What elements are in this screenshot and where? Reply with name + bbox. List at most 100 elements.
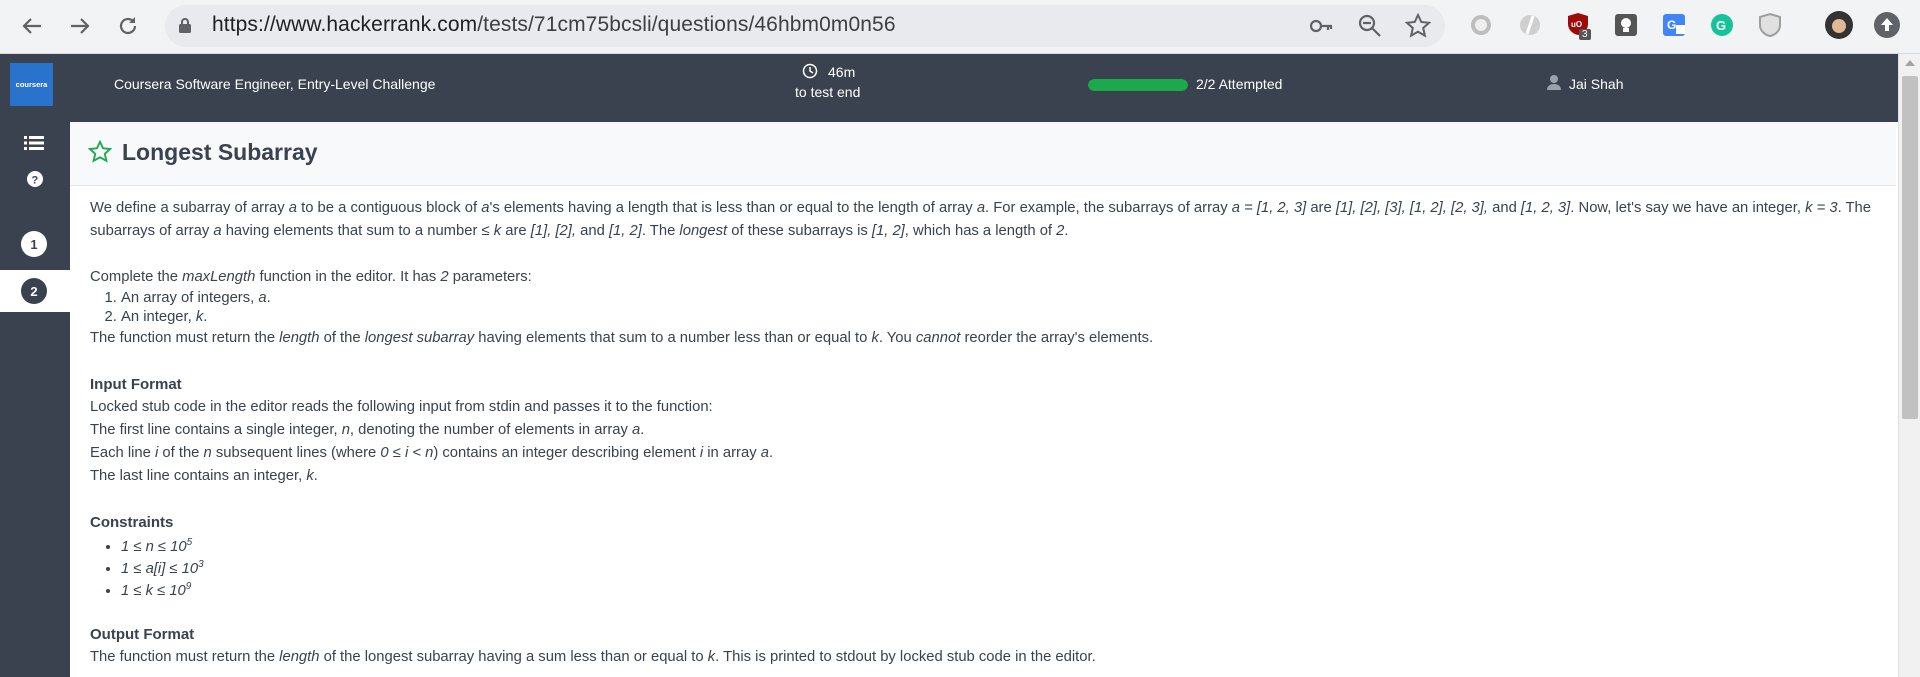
page-scrollbar[interactable] (1898, 54, 1920, 677)
key-icon[interactable] (1308, 13, 1334, 39)
back-button[interactable] (16, 10, 48, 42)
text: parameters: (448, 269, 532, 285)
test-title: Coursera Software Engineer, Entry-Level … (114, 76, 436, 92)
bookmark-star-icon[interactable] (1405, 13, 1431, 39)
text: to be a contiguous block of (297, 200, 482, 216)
text: We define a subarray of array (90, 200, 289, 216)
lightbulb-icon[interactable] (1613, 12, 1639, 38)
math: a (213, 223, 222, 239)
ublock-extension[interactable]: uO 3 (1566, 12, 1592, 40)
user-name[interactable]: Jai Shah (1569, 76, 1623, 92)
user-icon (1547, 75, 1561, 90)
math: ≤ k (481, 223, 502, 239)
translate-icon[interactable]: G (1661, 12, 1687, 38)
math: [1, 2, 3] (1520, 200, 1571, 216)
question-number: 1 (21, 231, 47, 257)
opera-icon[interactable] (1517, 12, 1543, 38)
emphasis: cannot (915, 330, 961, 346)
forward-button[interactable] (64, 10, 96, 42)
text: subsequent lines (where (211, 445, 381, 461)
text: . This is printed to stdout by locked st… (715, 648, 1096, 665)
text: . (1064, 223, 1069, 239)
text: having elements that sum to a number les… (474, 330, 872, 346)
text: . (313, 468, 318, 484)
emphasis: longest (679, 223, 728, 239)
scroll-thumb[interactable] (1902, 76, 1918, 419)
text: . (266, 290, 271, 306)
constraints-list: 1 ≤ n ≤ 105 1 ≤ a[i] ≤ 103 1 ≤ k ≤ 109 (90, 534, 1890, 600)
help-icon[interactable]: ? (27, 171, 43, 187)
math: a (481, 200, 490, 216)
math: k (871, 330, 879, 346)
text: Locked stub code in the editor reads the… (90, 399, 713, 415)
avatar-face (1832, 19, 1846, 33)
parameter-list: An array of integers, a. An integer, k. (90, 289, 1890, 327)
question-nav-1[interactable]: 1 (0, 223, 70, 265)
list-icon[interactable] (24, 135, 44, 151)
math: a (760, 445, 769, 461)
input-line: Each line i of the n subsequent lines (w… (90, 442, 1890, 465)
math: a (976, 200, 986, 216)
question-header: Longest Subarray (70, 122, 1896, 186)
text: ) contains an integer describing element (433, 445, 700, 461)
text: , denoting the number of elements in arr… (349, 422, 633, 438)
svg-text:?: ? (32, 175, 39, 187)
timer-value: 46m (828, 64, 856, 80)
return-description: The function must return the length of t… (90, 327, 1890, 350)
svg-text:G: G (1716, 18, 1726, 33)
problem-intro: We define a subarray of array a to be a … (90, 197, 1890, 243)
exponent: 9 (185, 580, 192, 592)
exponent: 3 (198, 558, 204, 570)
url-text[interactable]: https://www.hackerrank.com/tests/71cm75b… (212, 13, 896, 37)
exponent: 5 (186, 537, 193, 548)
question-nav-2[interactable]: 2 (0, 270, 70, 312)
question-panel: Longest Subarray We define a subarray of… (70, 122, 1896, 677)
text: The function must return the (90, 330, 280, 346)
text: of the (319, 330, 365, 346)
function-name: maxLength (182, 269, 256, 285)
test-header: coursera Coursera Software Engineer, Ent… (0, 54, 1898, 122)
scroll-up-arrow[interactable] (1905, 60, 1915, 66)
text: . (640, 422, 645, 438)
text: Each line (90, 445, 155, 461)
text: . The (641, 223, 680, 239)
output-format-heading: Output Format (90, 625, 195, 643)
math: 1 ≤ k ≤ 10 (121, 582, 186, 599)
text: An integer, (121, 309, 196, 325)
update-button[interactable] (1874, 12, 1900, 38)
progress-label: 2/2 Attempted (1196, 76, 1283, 92)
problem-statement: We define a subarray of array a to be a … (90, 197, 1890, 669)
svg-text:uO: uO (1571, 20, 1582, 29)
parameter-item: An integer, k. (121, 308, 1890, 327)
text: function in the editor. It has (255, 269, 441, 285)
text: , which has a length of (904, 223, 1057, 239)
shield-icon[interactable] (1757, 12, 1783, 38)
constraints-heading: Constraints (90, 514, 174, 531)
text: and (1488, 200, 1521, 216)
text: of these subarrays is (727, 223, 872, 239)
lens-icon[interactable] (1468, 12, 1494, 38)
grammarly-icon[interactable]: G (1709, 12, 1735, 38)
constraint-item: 1 ≤ a[i] ≤ 103 (121, 556, 1890, 578)
zoom-icon[interactable] (1357, 13, 1383, 39)
math: [1, 2] (871, 223, 905, 239)
math: 1 ≤ a[i] ≤ 10 (121, 560, 199, 577)
input-format-heading: Input Format (90, 376, 182, 393)
reload-button[interactable] (112, 10, 144, 42)
text: . (203, 309, 208, 325)
star-icon[interactable] (88, 140, 112, 164)
profile-avatar[interactable] (1825, 11, 1853, 39)
coursera-logo: coursera (10, 63, 53, 106)
math: a (288, 200, 297, 216)
math: 2 (440, 269, 449, 285)
text: of the longest subarray having a sum les… (319, 648, 708, 665)
emphasis: length (279, 648, 320, 665)
input-line: The last line contains an integer, k. (90, 465, 1890, 488)
text: . (768, 445, 774, 461)
progress-fill (1088, 79, 1188, 91)
text: An array of integers, (121, 290, 259, 306)
math: n (341, 422, 350, 438)
emphasis: length (279, 330, 320, 346)
text: 's elements having a length that is less… (489, 200, 977, 216)
